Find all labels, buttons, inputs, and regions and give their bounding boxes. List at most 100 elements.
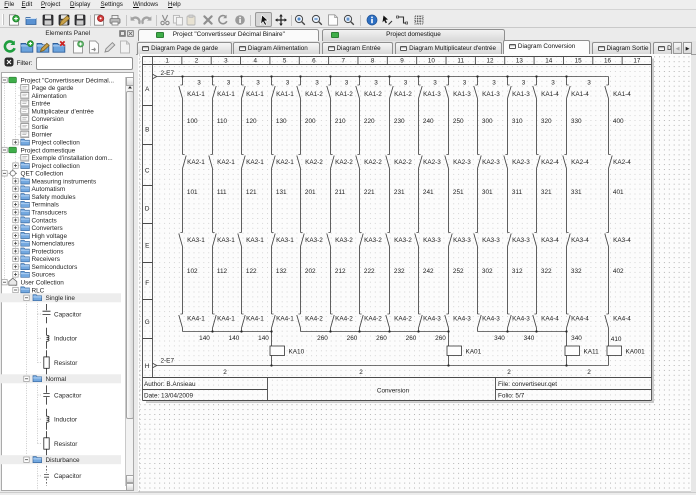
- svg-text:340: 340: [571, 335, 582, 342]
- svg-text:Measuring instruments: Measuring instruments: [32, 178, 97, 185]
- svg-text:File: convertiseur.qet: File: convertiseur.qet: [498, 381, 557, 388]
- svg-text:102: 102: [187, 268, 198, 275]
- svg-text:KA3-2: KA3-2: [305, 237, 323, 244]
- svg-text:3: 3: [197, 79, 201, 86]
- svg-text:Conversion: Conversion: [32, 116, 65, 123]
- svg-text:6: 6: [312, 58, 316, 65]
- svg-text:12: 12: [487, 58, 495, 65]
- svg-text:240: 240: [423, 118, 434, 125]
- svg-text:KA4-1: KA4-1: [217, 316, 235, 323]
- svg-text:KA1-3: KA1-3: [482, 91, 500, 98]
- svg-text:3: 3: [433, 79, 437, 86]
- svg-text:Conversion: Conversion: [377, 388, 410, 395]
- svg-text:132: 132: [276, 268, 287, 275]
- svg-text:Exemple d'installation dom...: Exemple d'installation dom...: [32, 155, 113, 162]
- svg-text:312: 312: [512, 268, 523, 275]
- svg-text:2: 2: [195, 58, 199, 65]
- svg-text:KA4-2: KA4-2: [394, 316, 412, 323]
- svg-text:301: 301: [482, 189, 493, 196]
- svg-text:Single line: Single line: [46, 295, 76, 302]
- svg-text:17: 17: [633, 58, 641, 65]
- svg-text:KA4-1: KA4-1: [246, 316, 264, 323]
- svg-text:G: G: [145, 319, 150, 326]
- svg-text:Author: B.Ansieau: Author: B.Ansieau: [144, 381, 196, 388]
- svg-text:Inductor: Inductor: [54, 336, 78, 343]
- svg-text:KA1-4: KA1-4: [571, 91, 589, 98]
- svg-text:9: 9: [400, 58, 404, 65]
- svg-text:High voltage: High voltage: [32, 233, 68, 240]
- svg-text:KA1-2: KA1-2: [364, 91, 382, 98]
- svg-text:C: C: [145, 167, 150, 174]
- svg-text:KA1-2: KA1-2: [305, 91, 323, 98]
- svg-text:250: 250: [453, 118, 464, 125]
- svg-text:3: 3: [224, 58, 228, 65]
- svg-text:QET Collection: QET Collection: [21, 171, 64, 178]
- svg-text:KA1-3: KA1-3: [423, 91, 441, 98]
- svg-text:230: 230: [394, 118, 405, 125]
- svg-text:260: 260: [435, 335, 446, 342]
- svg-text:Project domestique: Project domestique: [21, 147, 76, 154]
- svg-text:Automatism: Automatism: [32, 186, 66, 193]
- svg-text:3: 3: [345, 79, 349, 86]
- svg-text:Inductor: Inductor: [54, 417, 78, 424]
- svg-text:Folio: 5/7: Folio: 5/7: [498, 393, 525, 400]
- svg-text:KA10: KA10: [289, 348, 305, 355]
- svg-text:2-E7: 2-E7: [161, 70, 175, 77]
- svg-text:KA1-1: KA1-1: [246, 91, 264, 98]
- svg-text:321: 321: [541, 189, 552, 196]
- svg-text:KA3-1: KA3-1: [217, 237, 235, 244]
- svg-text:KA2-2: KA2-2: [335, 159, 353, 166]
- svg-text:Capacitor: Capacitor: [54, 473, 82, 480]
- svg-text:KA3-2: KA3-2: [364, 237, 382, 244]
- svg-text:KA4-3: KA4-3: [423, 316, 441, 323]
- svg-text:KA3-4: KA3-4: [613, 237, 631, 244]
- svg-text:310: 310: [512, 118, 523, 125]
- svg-text:Terminals: Terminals: [32, 202, 59, 209]
- svg-text:2: 2: [359, 369, 363, 376]
- svg-text:140: 140: [199, 335, 210, 342]
- svg-text:Transducers: Transducers: [32, 210, 67, 217]
- svg-text:Receivers: Receivers: [32, 256, 60, 263]
- svg-text:2: 2: [587, 369, 591, 376]
- svg-text:5: 5: [283, 58, 287, 65]
- svg-text:211: 211: [335, 189, 346, 196]
- svg-text:331: 331: [571, 189, 582, 196]
- svg-text:KA2-2: KA2-2: [305, 159, 323, 166]
- svg-text:KA01: KA01: [466, 348, 482, 355]
- svg-text:KA3-3: KA3-3: [512, 237, 530, 244]
- svg-text:KA1-2: KA1-2: [335, 91, 353, 98]
- svg-text:KA2-3: KA2-3: [512, 159, 530, 166]
- svg-text:KA001: KA001: [626, 348, 646, 355]
- svg-text:122: 122: [246, 268, 257, 275]
- svg-text:KA4-1: KA4-1: [187, 316, 205, 323]
- svg-text:15: 15: [575, 58, 583, 65]
- svg-text:1: 1: [165, 58, 169, 65]
- svg-text:KA2-1: KA2-1: [276, 159, 294, 166]
- svg-text:251: 251: [453, 189, 464, 196]
- svg-text:Project "Convertisseur Décimal: Project "Convertisseur Décimal...: [21, 77, 115, 84]
- svg-text:222: 222: [364, 268, 375, 275]
- svg-text:3: 3: [522, 79, 526, 86]
- svg-text:10: 10: [428, 58, 436, 65]
- svg-text:Multiplicateur d'entrée: Multiplicateur d'entrée: [32, 108, 95, 115]
- svg-text:112: 112: [217, 268, 228, 275]
- svg-text:KA4-3: KA4-3: [453, 316, 471, 323]
- svg-text:KA4-2: KA4-2: [335, 316, 353, 323]
- svg-text:User Collection: User Collection: [21, 280, 65, 287]
- svg-text:Project collection: Project collection: [32, 163, 81, 170]
- svg-text:220: 220: [364, 118, 375, 125]
- svg-text:Semiconductors: Semiconductors: [32, 264, 78, 271]
- svg-text:212: 212: [335, 268, 346, 275]
- svg-text:202: 202: [305, 268, 316, 275]
- svg-text:260: 260: [406, 335, 417, 342]
- svg-text:E: E: [145, 243, 149, 250]
- svg-text:121: 121: [246, 189, 257, 196]
- svg-text:111: 111: [217, 189, 227, 196]
- svg-text:Entrée: Entrée: [32, 101, 51, 108]
- svg-text:KA4-3: KA4-3: [512, 316, 530, 323]
- svg-text:130: 130: [276, 118, 287, 125]
- svg-text:KA4-2: KA4-2: [364, 316, 382, 323]
- svg-text:RLC: RLC: [32, 287, 45, 294]
- svg-text:KA4-2: KA4-2: [305, 316, 323, 323]
- svg-text:KA3-3: KA3-3: [482, 237, 500, 244]
